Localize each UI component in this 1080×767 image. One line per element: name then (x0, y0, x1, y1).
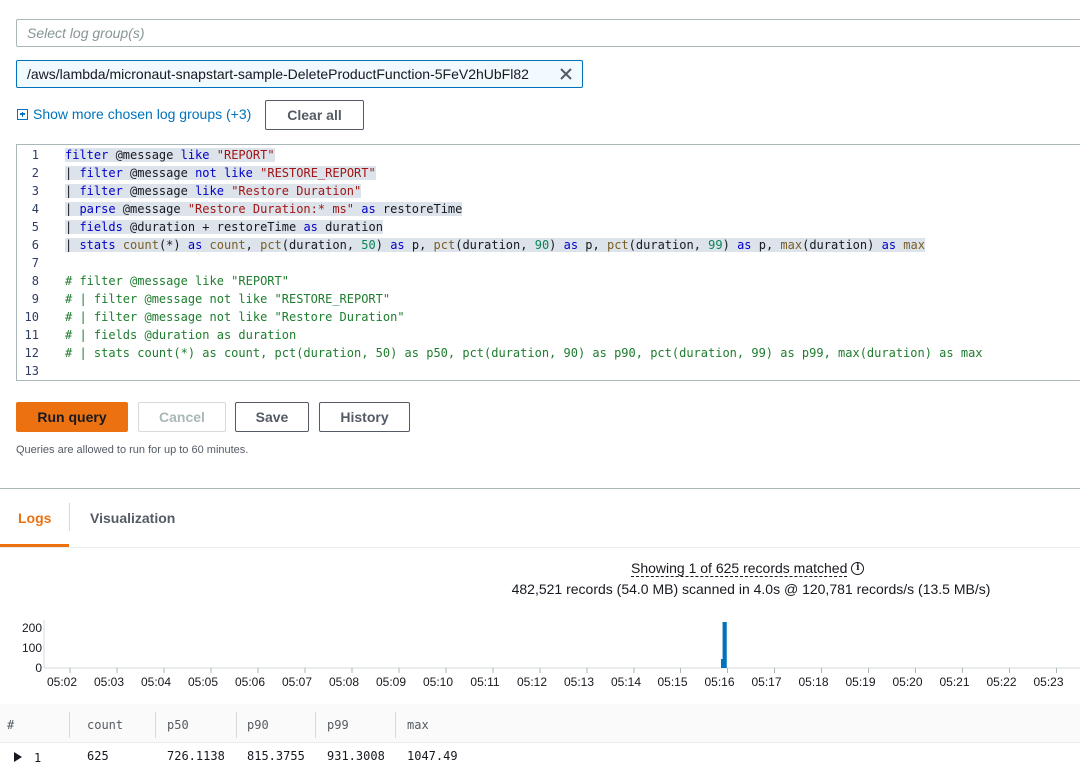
table-cell: 625 (87, 749, 109, 763)
x-tick-label: 05:14 (611, 675, 641, 689)
x-tick-label: 05:19 (845, 675, 875, 689)
line-number: 7 (31, 256, 39, 270)
section-divider (0, 488, 1080, 489)
results-table-header (0, 704, 1080, 743)
x-tick-label: 05:15 (657, 675, 687, 689)
run-query-button[interactable]: Run query (16, 402, 128, 432)
x-tick-label: 05:05 (188, 675, 218, 689)
code-text: | parse @message "Restore Duration:* ms"… (65, 202, 463, 216)
table-cell: 726.1138 (167, 749, 225, 763)
records-scanned-status: 482,521 records (54.0 MB) scanned in 4.0… (511, 581, 991, 597)
line-number: 2 (31, 166, 39, 180)
x-tick-label: 05:12 (517, 675, 547, 689)
x-tick-label: 05:21 (939, 675, 969, 689)
line-number: 13 (24, 364, 39, 378)
x-tick-label: 05:20 (892, 675, 922, 689)
code-text: | filter @message like "Restore Duration… (65, 184, 362, 198)
table-cell: 815.3755 (247, 749, 305, 763)
x-tick-label: 05:22 (986, 675, 1016, 689)
line-number: 5 (31, 220, 39, 234)
selected-log-group-token[interactable]: /aws/lambda/micronaut-snapstart-sample-D… (16, 60, 583, 88)
tab-logs[interactable]: Logs (18, 510, 51, 526)
cancel-button[interactable]: Cancel (138, 402, 226, 432)
log-group-select[interactable]: Select log group(s) (16, 19, 1080, 47)
x-tick-label: 05:10 (423, 675, 453, 689)
selected-log-group-label: /aws/lambda/micronaut-snapstart-sample-D… (27, 66, 529, 82)
code-text: # | fields @duration as duration (65, 328, 297, 342)
y-tick-label: 0 (35, 661, 42, 675)
records-matched-status: Showing 1 of 625 records matched i (631, 560, 865, 577)
x-tick-label: 05:07 (282, 675, 312, 689)
column-header[interactable]: p50 (167, 718, 189, 732)
tab-visualization[interactable]: Visualization (90, 510, 175, 526)
records-matched-text: Showing 1 of 625 records matched (631, 560, 848, 577)
column-header[interactable]: # (7, 718, 14, 732)
line-number: 1 (31, 148, 39, 162)
expand-row-icon[interactable] (14, 752, 22, 762)
code-text: | filter @message not like "RESTORE_REPO… (65, 166, 376, 180)
column-header[interactable]: count (87, 718, 123, 732)
column-separator (395, 712, 396, 738)
x-tick-label: 05:23 (1033, 675, 1063, 689)
y-tick-label: 200 (22, 621, 42, 635)
tab-separator (69, 503, 70, 531)
x-tick-label: 05:18 (798, 675, 828, 689)
table-cell: 1047.49 (407, 749, 458, 763)
x-tick-label: 05:13 (564, 675, 594, 689)
line-number: 6 (31, 238, 39, 252)
close-icon[interactable] (558, 66, 574, 82)
code-text: | fields @duration + restoreTime as dura… (65, 220, 383, 234)
clear-all-button[interactable]: Clear all (265, 100, 364, 130)
column-separator (315, 712, 316, 738)
table-cell: 931.3008 (327, 749, 385, 763)
query-editor[interactable]: 1 filter @message like "REPORT" 2 | filter … (16, 144, 1080, 381)
x-tick-label: 05:09 (376, 675, 406, 689)
info-icon[interactable]: i (851, 562, 865, 575)
expand-plus-icon (17, 108, 28, 120)
column-header[interactable]: p99 (327, 718, 349, 732)
x-tick-label: 05:02 (47, 675, 77, 689)
show-more-label: Show more chosen log groups (+3) (33, 106, 252, 122)
x-tick-label: 05:11 (470, 675, 499, 689)
column-header[interactable]: max (407, 718, 429, 732)
query-duration-note: Queries are allowed to run for up to 60 … (16, 444, 249, 456)
line-number: 11 (24, 328, 39, 342)
table-cell: 1 (34, 751, 42, 765)
line-number: 10 (24, 310, 39, 324)
show-more-log-groups-link[interactable]: Show more chosen log groups (+3) (17, 106, 251, 122)
x-tick-label: 05:04 (141, 675, 171, 689)
column-separator (69, 712, 70, 738)
line-number: 8 (31, 274, 39, 288)
y-tick-label: 100 (22, 641, 42, 655)
code-text: # | filter @message not like "RESTORE_RE… (65, 292, 391, 306)
x-tick-label: 05:16 (704, 675, 734, 689)
line-number: 12 (24, 346, 39, 360)
x-tick-label: 05:06 (235, 675, 265, 689)
column-header[interactable]: p90 (247, 718, 269, 732)
code-text: | stats count(*) as count, pct(duration,… (65, 238, 925, 252)
column-separator (155, 712, 156, 738)
code-text: # | stats count(*) as count, pct(duratio… (65, 346, 983, 360)
x-tick-label: 05:03 (94, 675, 124, 689)
code-text: # | filter @message not like "Restore Du… (65, 310, 405, 324)
save-button[interactable]: Save (235, 402, 309, 432)
column-separator (236, 712, 237, 738)
history-button[interactable]: History (319, 402, 410, 432)
code-text: # filter @message like "REPORT" (65, 274, 289, 288)
x-tick-label: 05:17 (751, 675, 781, 689)
histogram-chart: 200 100 0 05:02 05:03 05:04 05:05 05:06 05:07 05:… (22, 620, 1080, 689)
line-number: 3 (31, 184, 39, 198)
histogram-bar (724, 622, 727, 668)
line-number: 9 (31, 292, 39, 306)
line-number: 4 (31, 202, 39, 216)
code-text: filter @message like "REPORT" (65, 148, 275, 162)
x-tick-label: 05:08 (329, 675, 359, 689)
